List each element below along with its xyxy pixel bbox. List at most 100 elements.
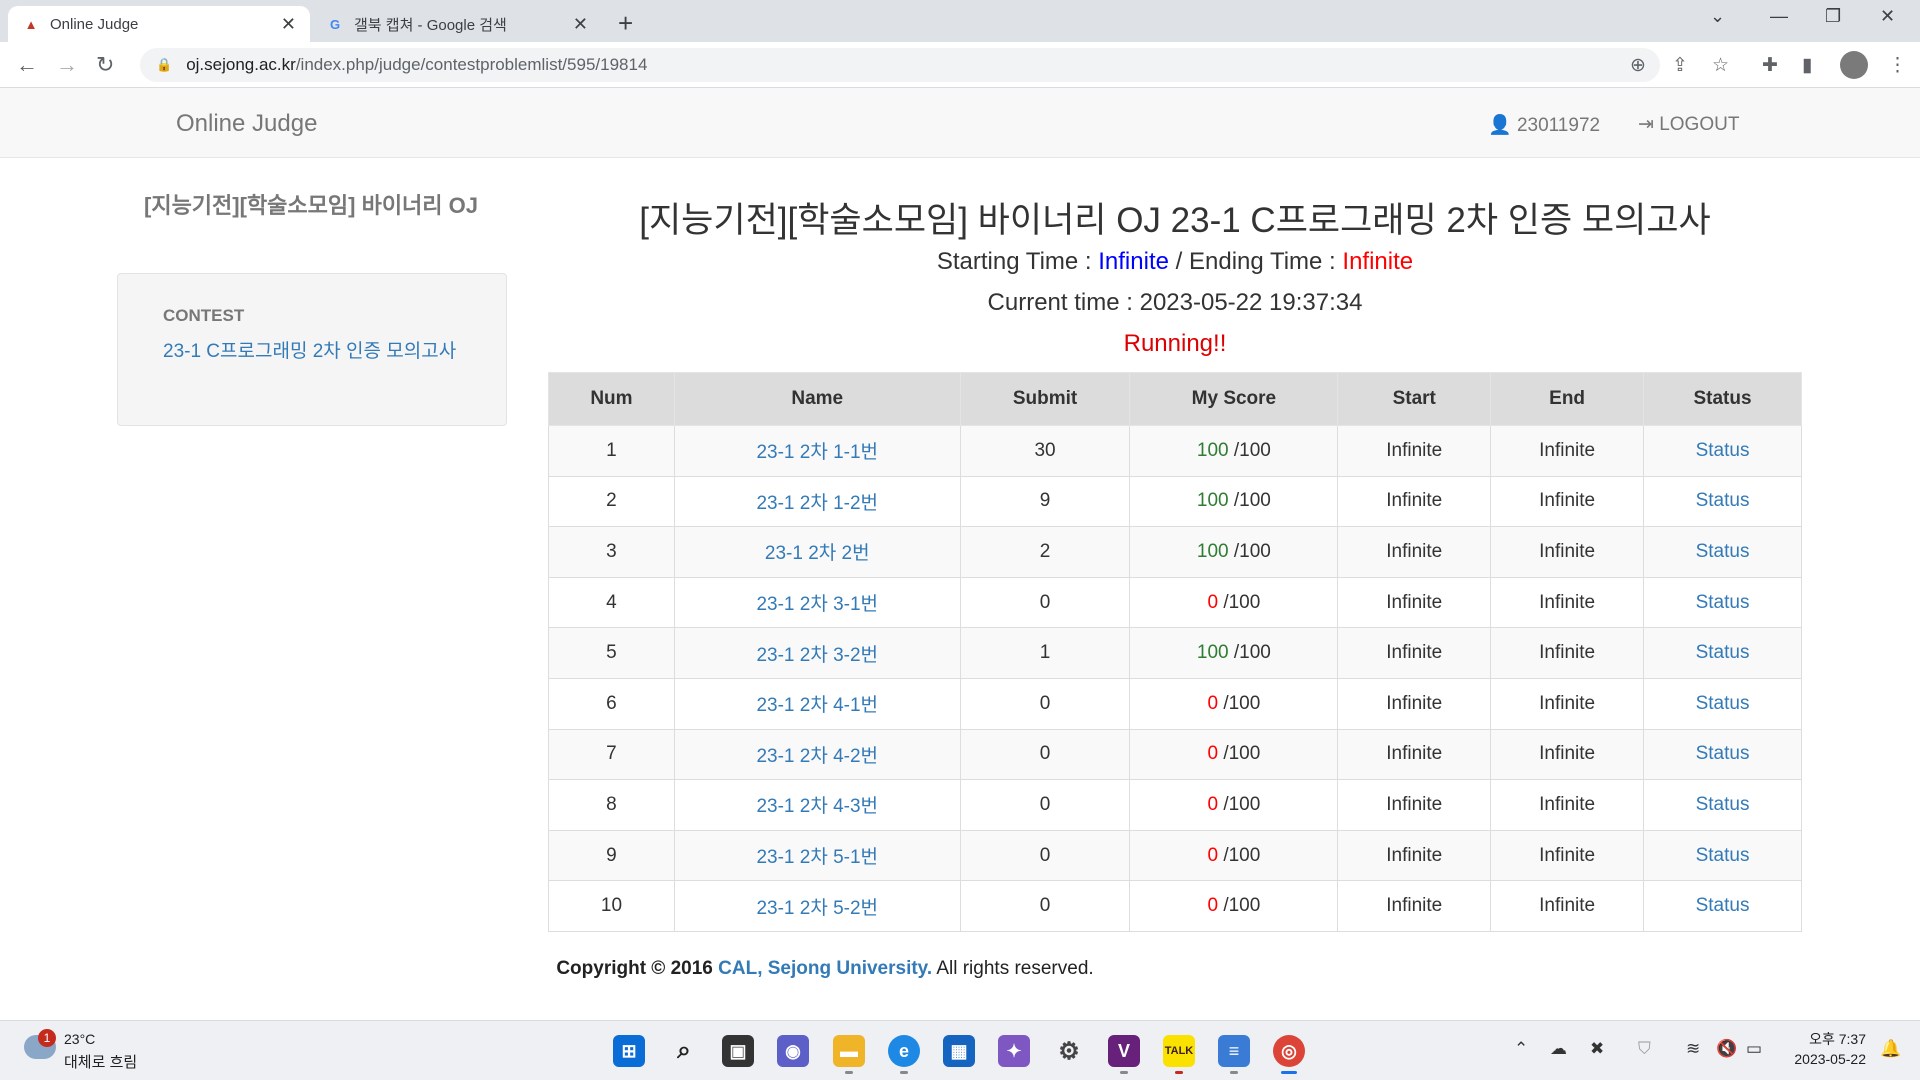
- edge-browser-icon[interactable]: e: [888, 1035, 920, 1067]
- weather-temperature[interactable]: 23°C: [64, 1031, 95, 1047]
- onedrive-icon[interactable]: ☁: [1550, 1039, 1567, 1059]
- status-link-cell[interactable]: Status: [1643, 475, 1802, 528]
- close-tab-icon[interactable]: ✕: [573, 14, 588, 35]
- status-link-cell[interactable]: Status: [1643, 829, 1802, 882]
- chat-icon[interactable]: ◉: [777, 1035, 809, 1067]
- problem-name-link[interactable]: 23-1 2차 5-1번: [673, 829, 961, 882]
- status-link[interactable]: Status: [1696, 642, 1750, 663]
- extensions-icon[interactable]: ✚: [1762, 54, 1778, 77]
- bookmark-star-icon[interactable]: ☆: [1712, 54, 1729, 77]
- tab-online-judge[interactable]: ▲ Online Judge ✕: [8, 6, 310, 42]
- status-link-cell[interactable]: Status: [1643, 627, 1802, 679]
- my-score: 0 /100: [1129, 829, 1339, 882]
- back-icon[interactable]: ←: [16, 52, 38, 78]
- status-link-cell[interactable]: Status: [1643, 576, 1802, 629]
- problem-name[interactable]: 23-1 2차 3-1번: [756, 594, 878, 615]
- status-link[interactable]: Status: [1696, 794, 1750, 815]
- visual-studio-icon[interactable]: V: [1108, 1035, 1140, 1067]
- brand-link[interactable]: Online Judge: [176, 110, 317, 138]
- problem-name[interactable]: 23-1 2차 5-1번: [756, 847, 878, 868]
- side-panel-icon[interactable]: ▮: [1802, 54, 1812, 77]
- status-link-cell[interactable]: Status: [1643, 526, 1802, 578]
- status-link-cell[interactable]: Status: [1643, 728, 1802, 781]
- start-menu-icon[interactable]: ⊞: [613, 1035, 645, 1067]
- user-menu[interactable]: 👤 23011972: [1488, 113, 1600, 137]
- notepad-icon[interactable]: ≡: [1218, 1035, 1250, 1067]
- settings-gear-icon[interactable]: ⚙: [1053, 1035, 1085, 1067]
- problem-name-link[interactable]: 23-1 2차 1-2번: [673, 475, 961, 528]
- problem-name[interactable]: 23-1 2차 2번: [765, 543, 870, 564]
- tab-google-search[interactable]: G 갤북 캡쳐 - Google 검색 ✕: [312, 6, 602, 42]
- battery-icon[interactable]: ▭: [1746, 1039, 1762, 1059]
- volume-muted-icon[interactable]: 🔇: [1716, 1039, 1737, 1059]
- table-row: 9 23-1 2차 5-1번 0 0 /100 Infinite Infinite Stat…: [548, 829, 1802, 882]
- clock-date[interactable]: 2023-05-22: [1782, 1051, 1866, 1067]
- submit-count: 1: [959, 627, 1131, 679]
- status-link[interactable]: Status: [1696, 490, 1750, 511]
- address-bar[interactable]: 🔒 oj.sejong.ac.kr/index.php/judge/contes…: [140, 48, 1660, 82]
- file-explorer-icon[interactable]: ▬: [833, 1035, 865, 1067]
- minimize-icon[interactable]: —: [1770, 6, 1788, 27]
- close-tab-icon[interactable]: ✕: [281, 14, 296, 35]
- status-link[interactable]: Status: [1696, 895, 1750, 916]
- status-link[interactable]: Status: [1696, 440, 1750, 461]
- weather-description[interactable]: 대체로 흐림: [64, 1051, 137, 1072]
- copilot-icon[interactable]: ✦: [998, 1035, 1030, 1067]
- search-icon[interactable]: ⌕: [668, 1035, 700, 1067]
- problem-name[interactable]: 23-1 2차 4-2번: [756, 746, 878, 767]
- app-tray-icon[interactable]: ✖: [1590, 1039, 1604, 1059]
- problem-name-link[interactable]: 23-1 2차 4-1번: [673, 677, 961, 730]
- cal-link[interactable]: CAL,: [718, 958, 762, 979]
- status-link-cell[interactable]: Status: [1643, 880, 1802, 932]
- problem-name-link[interactable]: 23-1 2차 4-3번: [673, 779, 961, 831]
- submit-count: 0: [959, 829, 1131, 882]
- tab-search-icon[interactable]: ⌄: [1710, 6, 1725, 27]
- new-tab-icon[interactable]: +: [618, 8, 633, 39]
- status-link[interactable]: Status: [1696, 743, 1750, 764]
- status-link[interactable]: Status: [1696, 592, 1750, 613]
- user-icon: 👤: [1488, 115, 1512, 136]
- forward-icon[interactable]: →: [56, 52, 78, 78]
- problem-name[interactable]: 23-1 2차 1-1번: [756, 442, 878, 463]
- problem-name-link[interactable]: 23-1 2차 3-2번: [673, 627, 961, 679]
- kakaotalk-icon[interactable]: TALK: [1163, 1035, 1195, 1067]
- menu-kebab-icon[interactable]: ⋮: [1888, 54, 1907, 77]
- notification-icon[interactable]: 🔔: [1880, 1039, 1901, 1059]
- my-score: 0 /100: [1129, 779, 1339, 831]
- tray-overflow-icon[interactable]: ⌃: [1514, 1039, 1528, 1059]
- status-link-cell[interactable]: Status: [1643, 425, 1802, 477]
- problem-name-link[interactable]: 23-1 2차 2번: [673, 526, 961, 578]
- share-icon[interactable]: ⇪: [1672, 54, 1688, 77]
- task-view-icon[interactable]: ▣: [722, 1035, 754, 1067]
- profile-avatar[interactable]: [1840, 51, 1868, 79]
- problem-name[interactable]: 23-1 2차 5-2번: [756, 898, 878, 919]
- microsoft-store-icon[interactable]: ▦: [943, 1035, 975, 1067]
- status-link-cell[interactable]: Status: [1643, 779, 1802, 831]
- wifi-icon[interactable]: ≋: [1686, 1039, 1700, 1059]
- sejong-link[interactable]: Sejong University.: [768, 958, 932, 979]
- vpn-icon[interactable]: ⛉: [1638, 1039, 1651, 1059]
- problem-name[interactable]: 23-1 2차 4-3번: [756, 796, 878, 817]
- running-indicator: [1120, 1071, 1128, 1074]
- logout-link[interactable]: ⇥ LOGOUT: [1638, 113, 1739, 136]
- status-link[interactable]: Status: [1696, 541, 1750, 562]
- clock-time[interactable]: 오후 7:37: [1800, 1029, 1866, 1049]
- zoom-icon[interactable]: ⊕: [1630, 54, 1646, 77]
- problem-name-link[interactable]: 23-1 2차 1-1번: [673, 425, 961, 477]
- sidebar-contest-link[interactable]: 23-1 C프로그래밍 2차 인증 모의고사: [163, 338, 461, 365]
- problem-name-link[interactable]: 23-1 2차 4-2번: [673, 728, 961, 781]
- status-link[interactable]: Status: [1696, 845, 1750, 866]
- problem-name-link[interactable]: 23-1 2차 5-2번: [673, 880, 961, 932]
- maximize-icon[interactable]: ❐: [1825, 6, 1841, 27]
- reload-icon[interactable]: ↻: [96, 52, 114, 78]
- problem-name[interactable]: 23-1 2차 4-1번: [756, 695, 878, 716]
- status-link[interactable]: Status: [1696, 693, 1750, 714]
- problem-name-link[interactable]: 23-1 2차 3-1번: [673, 576, 961, 629]
- status-link-cell[interactable]: Status: [1643, 677, 1802, 730]
- close-window-icon[interactable]: ✕: [1880, 6, 1895, 27]
- problem-name[interactable]: 23-1 2차 3-2번: [756, 645, 878, 666]
- score-max: /100: [1218, 793, 1261, 815]
- chrome-icon[interactable]: ◎: [1273, 1035, 1305, 1067]
- col-status: Status: [1643, 372, 1802, 426]
- problem-name[interactable]: 23-1 2차 1-2번: [756, 493, 878, 514]
